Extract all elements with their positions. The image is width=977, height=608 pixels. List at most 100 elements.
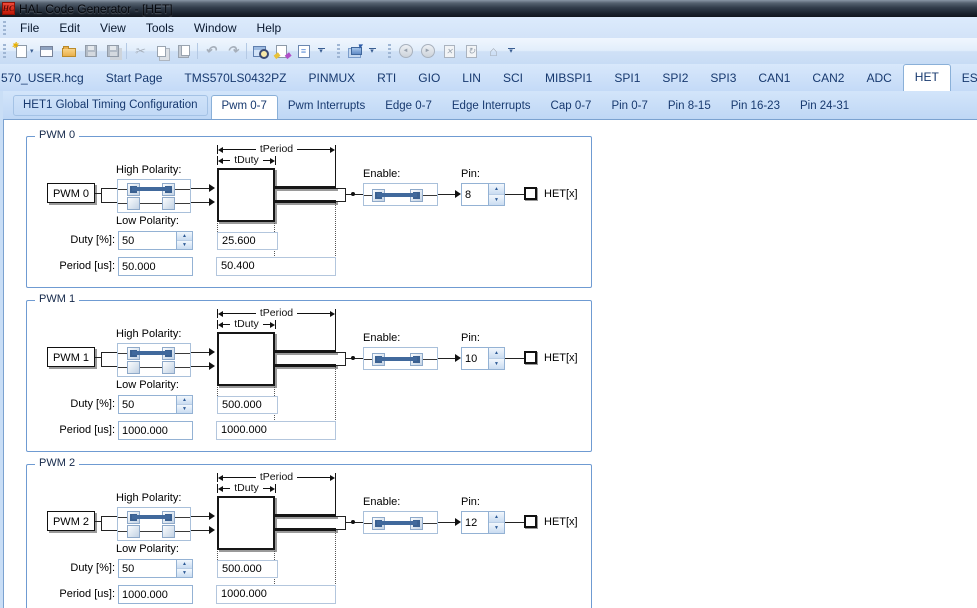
- duty-input[interactable]: [119, 232, 176, 249]
- tab-spi3[interactable]: SPI3: [699, 65, 747, 91]
- menu-item-tools[interactable]: Tools: [136, 18, 184, 38]
- tab-pwm-interrupts[interactable]: Pwm Interrupts: [278, 96, 375, 119]
- find-button[interactable]: [249, 41, 271, 61]
- tab-pwm-0-7[interactable]: Pwm 0-7: [210, 95, 278, 119]
- period-time-value: 1000.000: [216, 585, 336, 604]
- tab-spi2[interactable]: SPI2: [651, 65, 699, 91]
- tab-pin-24-31[interactable]: Pin 24-31: [790, 96, 859, 119]
- tab-pin-16-23[interactable]: Pin 16-23: [721, 96, 790, 119]
- toolbar-overflow-button[interactable]: ▾: [317, 47, 325, 55]
- het-tab-bar: HET1 Global Timing Configuration Pwm 0-7…: [3, 91, 977, 119]
- new-file-button[interactable]: [10, 41, 32, 61]
- polarity-node[interactable]: [162, 197, 175, 210]
- spinner-up-button[interactable]: ▲: [489, 184, 504, 194]
- duty-field: ▲ ▼: [118, 395, 193, 414]
- spinner-down-button[interactable]: ▼: [489, 358, 504, 369]
- het-pin-checkbox[interactable]: [524, 351, 537, 364]
- spinner-up-button[interactable]: ▲: [177, 232, 192, 240]
- tab-device[interactable]: TMS570LS0432PZ: [173, 65, 297, 91]
- device-tab-bar: 570_USER.hcg Start Page TMS570LS0432PZ P…: [0, 64, 977, 91]
- spinner-down-button[interactable]: ▼: [177, 568, 192, 577]
- spinner-down-button[interactable]: ▼: [489, 522, 504, 533]
- tab-can2[interactable]: CAN2: [801, 65, 855, 91]
- menu-item-help[interactable]: Help: [247, 18, 292, 38]
- pin-input[interactable]: [462, 348, 488, 369]
- tab-start-page[interactable]: Start Page: [95, 65, 174, 91]
- tab-het1-global-timing[interactable]: HET1 Global Timing Configuration: [13, 95, 208, 116]
- polarity-node[interactable]: [162, 525, 175, 538]
- duty-time-value: 25.600: [217, 232, 278, 250]
- pin-input[interactable]: [462, 184, 488, 205]
- enable-selector[interactable]: [363, 347, 438, 370]
- enable-selector[interactable]: [363, 183, 438, 206]
- back-button: ◄: [395, 41, 417, 61]
- tab-pin-8-15[interactable]: Pin 8-15: [658, 96, 721, 119]
- spinner-up-button[interactable]: ▲: [177, 560, 192, 568]
- pin-input[interactable]: [462, 512, 488, 533]
- tab-esm[interactable]: ESM: [951, 65, 977, 91]
- refresh-page-button: ↻: [461, 41, 483, 61]
- low-polarity-label: Low Polarity:: [116, 215, 179, 227]
- menu-item-view[interactable]: View: [90, 18, 136, 38]
- polarity-node[interactable]: [127, 197, 140, 210]
- polarity-node[interactable]: [127, 361, 140, 374]
- title-bar: HC HAL Code Generator - [HET]: [0, 0, 977, 18]
- het-pin-checkbox[interactable]: [524, 515, 537, 528]
- tab-gio[interactable]: GIO: [407, 65, 451, 91]
- open-button[interactable]: [58, 41, 80, 61]
- high-polarity-label: High Polarity:: [116, 492, 182, 504]
- toolbar-overflow-button[interactable]: ▾: [507, 47, 515, 55]
- tab-spi1[interactable]: SPI1: [603, 65, 651, 91]
- polarity-selector[interactable]: [117, 343, 191, 377]
- period-input[interactable]: [119, 258, 192, 275]
- tab-pin-0-7[interactable]: Pin 0-7: [601, 96, 657, 119]
- menu-item-window[interactable]: Window: [184, 18, 247, 38]
- pin-label: Pin:: [461, 168, 480, 180]
- polarity-selector[interactable]: [117, 179, 191, 213]
- report-icon: ≡: [297, 44, 310, 58]
- report-button[interactable]: ≡: [293, 41, 315, 61]
- spinner-down-button[interactable]: ▼: [177, 404, 192, 413]
- paste-icon: [178, 44, 191, 58]
- polarity-node[interactable]: [127, 525, 140, 538]
- spinner-down-button[interactable]: ▼: [177, 240, 192, 249]
- pin-spinner: ▲ ▼: [488, 184, 504, 205]
- tab-can1[interactable]: CAN1: [747, 65, 801, 91]
- tab-pinmux[interactable]: PINMUX: [297, 65, 366, 91]
- tab-lin[interactable]: LIN: [451, 65, 492, 91]
- menu-item-edit[interactable]: Edit: [49, 18, 90, 38]
- polarity-selector[interactable]: [117, 507, 191, 541]
- tab-edge-0-7[interactable]: Edge 0-7: [375, 96, 442, 119]
- pwm-group-title: PWM 0: [35, 129, 80, 141]
- toolbar-overflow-button[interactable]: ▾: [368, 47, 376, 55]
- menu-item-file[interactable]: File: [10, 18, 49, 38]
- spinner-up-button[interactable]: ▲: [489, 348, 504, 358]
- tab-rti[interactable]: RTI: [366, 65, 407, 91]
- cut-button: ✂: [129, 41, 151, 61]
- tab-user-hcg[interactable]: 570_USER.hcg: [0, 65, 95, 91]
- tab-sci[interactable]: SCI: [492, 65, 534, 91]
- tab-adc[interactable]: ADC: [855, 65, 902, 91]
- preferences-button[interactable]: [271, 41, 293, 61]
- duty-field: ▲ ▼: [118, 231, 193, 250]
- spinner-up-button[interactable]: ▲: [489, 512, 504, 522]
- tab-het[interactable]: HET: [902, 64, 951, 91]
- het-pin-checkbox[interactable]: [524, 187, 537, 200]
- generate-code-button[interactable]: [344, 41, 366, 61]
- polarity-node[interactable]: [162, 361, 175, 374]
- spinner-down-button[interactable]: ▼: [489, 194, 504, 205]
- project-window-button[interactable]: [36, 41, 58, 61]
- enable-selector[interactable]: [363, 511, 438, 534]
- period-input[interactable]: [119, 586, 192, 603]
- duty-input[interactable]: [119, 396, 176, 413]
- tab-mibspi1[interactable]: MIBSPI1: [534, 65, 603, 91]
- high-polarity-label: High Polarity:: [116, 328, 182, 340]
- duty-input[interactable]: [119, 560, 176, 577]
- enable-label: Enable:: [363, 332, 401, 344]
- close-page-button: ✕: [439, 41, 461, 61]
- tab-cap-0-7[interactable]: Cap 0-7: [541, 96, 602, 119]
- spinner-up-button[interactable]: ▲: [177, 396, 192, 404]
- period-input[interactable]: [119, 422, 192, 439]
- tab-edge-interrupts[interactable]: Edge Interrupts: [442, 96, 541, 119]
- period-field: [118, 257, 193, 276]
